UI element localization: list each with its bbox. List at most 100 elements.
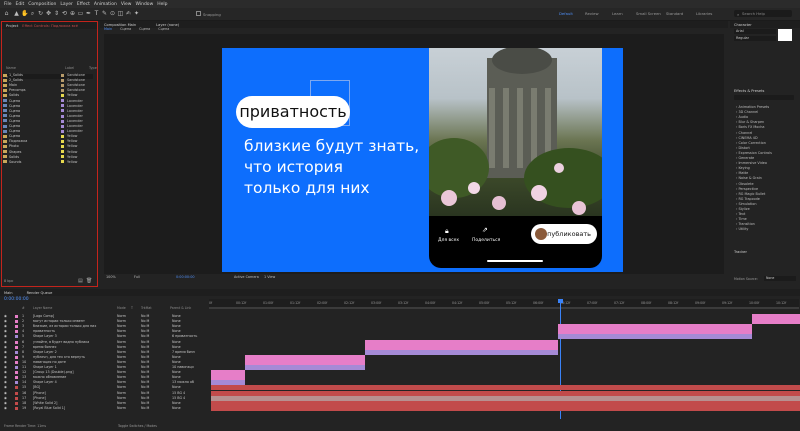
parent-dropdown[interactable]: None [172, 314, 206, 318]
effect-category[interactable]: › Boris FX Mocha [736, 125, 764, 129]
workspace-libraries[interactable]: Libraries [696, 11, 712, 16]
project-item[interactable]: Сцена Lavender [3, 119, 95, 124]
visibility-eye-icon[interactable]: ◉ [4, 355, 7, 359]
visibility-eye-icon[interactable]: ◉ [4, 345, 7, 349]
parent-dropdown[interactable]: 6 приватность [172, 334, 206, 338]
visibility-eye-icon[interactable]: ◉ [4, 385, 7, 389]
project-item[interactable]: Сцена Lavender [3, 99, 95, 104]
menu-item-effect[interactable]: Effect [77, 2, 90, 7]
effect-category[interactable]: › Generate [736, 156, 754, 160]
layer-duration-bar[interactable] [365, 349, 558, 355]
tab-render-queue[interactable]: Render Queue [27, 291, 53, 295]
blend-mode-dropdown[interactable]: Norm [117, 350, 126, 354]
visibility-eye-icon[interactable]: ◉ [4, 360, 7, 364]
menu-item-help[interactable]: Help [157, 2, 167, 7]
fill-color-swatch[interactable] [778, 29, 792, 41]
time-ruler[interactable]: 0f 00:12f 01:00f 01:12f 02:00f 02:12f 03:00f 03… [209, 299, 799, 307]
parent-dropdown[interactable]: 13 можно об [172, 380, 206, 384]
views-dropdown[interactable]: 1 View [264, 275, 275, 279]
effect-category[interactable]: › Keying [736, 166, 750, 170]
visibility-eye-icon[interactable]: ◉ [4, 319, 7, 323]
layer-label-color[interactable] [15, 396, 18, 400]
parent-dropdown[interactable]: 7 время бизн [172, 350, 206, 354]
blend-mode-dropdown[interactable]: Norm [117, 360, 126, 364]
layer-label-color[interactable] [15, 315, 18, 318]
project-item[interactable]: Подложка Yellow [3, 139, 95, 144]
parent-dropdown[interactable]: None [172, 370, 206, 374]
layer-name[interactable]: Shape Layer 4 [33, 380, 113, 384]
parent-dropdown[interactable]: None [172, 401, 206, 405]
effect-category[interactable]: › Simulation [736, 202, 757, 206]
column-name[interactable]: Name [6, 66, 16, 70]
tab-effects-presets[interactable]: Effects & Presets [734, 89, 764, 93]
layer-name[interactable]: Shape Layer 1 [33, 365, 113, 369]
effect-category[interactable]: › Stylize [736, 207, 750, 211]
label-swatch[interactable] [61, 99, 64, 103]
label-swatch[interactable] [61, 104, 64, 108]
label-swatch[interactable] [61, 89, 64, 93]
effect-category[interactable]: › CINEMA 4D [736, 136, 758, 140]
breadcrumb-scene-2[interactable]: Сцена [139, 27, 150, 32]
track-matte-dropdown[interactable]: No M [141, 324, 149, 328]
tab-effect-controls[interactable]: Effect Controls: Подложка всё [22, 24, 78, 28]
parent-dropdown[interactable]: 10 навигаци [172, 365, 206, 369]
font-style-dropdown[interactable]: Regular [734, 36, 776, 41]
label-swatch[interactable] [61, 109, 64, 113]
tab-composition[interactable]: Composition Main [104, 23, 136, 27]
playhead-handle[interactable] [558, 299, 563, 303]
menu-item-layer[interactable]: Layer [60, 2, 73, 7]
layer-label-color[interactable] [15, 401, 18, 405]
layer-name[interactable]: время бизнес [33, 345, 113, 349]
layer-duration-bar[interactable] [752, 319, 800, 325]
effect-category[interactable]: › Text [736, 212, 745, 216]
workspace-review[interactable]: Review [585, 11, 599, 16]
workspace-default[interactable]: Default [559, 11, 573, 16]
label-swatch[interactable] [61, 83, 64, 87]
visibility-eye-icon[interactable]: ◉ [4, 324, 7, 328]
track-matte-dropdown[interactable]: No M [141, 360, 149, 364]
blend-mode-dropdown[interactable]: Norm [117, 319, 126, 323]
brush-tool-icon[interactable]: ✎ [101, 10, 108, 17]
layer-name[interactable]: можно обновление [33, 375, 113, 379]
label-swatch[interactable] [61, 124, 64, 128]
eraser-tool-icon[interactable]: ◫ [117, 10, 124, 17]
layer-name[interactable]: [BG] [33, 385, 113, 389]
label-swatch[interactable] [61, 94, 64, 98]
effect-category[interactable]: › 3D Channel [736, 110, 758, 114]
label-swatch[interactable] [61, 119, 64, 123]
layer-label-color[interactable] [15, 320, 18, 324]
work-area-bar[interactable] [209, 307, 799, 309]
trash-icon[interactable]: 🗑 [86, 278, 92, 284]
blend-mode-dropdown[interactable]: Norm [117, 375, 126, 379]
effect-category[interactable]: › Obsolete [736, 182, 754, 186]
effect-category[interactable]: › Time [736, 217, 747, 221]
label-swatch[interactable] [61, 134, 64, 138]
track-matte-dropdown[interactable]: No M [141, 350, 149, 354]
parent-dropdown[interactable]: None [172, 385, 206, 389]
hand-tool-icon[interactable]: ✋ [21, 10, 28, 17]
layer-name[interactable]: близкие, из истории только для них [33, 324, 113, 328]
column-trkmat[interactable]: TrkMat [141, 306, 152, 310]
camera-dropdown[interactable]: Active Camera [234, 275, 259, 279]
project-item[interactable]: Сцена Lavender [3, 109, 95, 114]
project-item[interactable]: 2_Solids Sandstone [3, 78, 95, 83]
track-matte-dropdown[interactable]: No M [141, 365, 149, 369]
visibility-eye-icon[interactable]: ◉ [4, 406, 7, 410]
parent-dropdown[interactable]: None [172, 360, 206, 364]
effect-category[interactable]: › Perspective [736, 187, 758, 191]
blend-mode-dropdown[interactable]: Norm [117, 324, 126, 328]
layer-duration-bar[interactable] [211, 405, 800, 411]
track-matte-dropdown[interactable]: No M [141, 401, 149, 405]
label-swatch[interactable] [61, 155, 64, 159]
track-matte-dropdown[interactable]: No M [141, 329, 149, 333]
track-matte-dropdown[interactable]: No M [141, 370, 149, 374]
layer-label-color[interactable] [15, 381, 18, 385]
toggle-switches-modes[interactable]: Toggle Switches / Modes [118, 424, 157, 428]
parent-dropdown[interactable]: None [172, 329, 206, 333]
visibility-eye-icon[interactable]: ◉ [4, 401, 7, 405]
visibility-eye-icon[interactable]: ◉ [4, 350, 7, 354]
menu-item-file[interactable]: File [4, 2, 12, 7]
visibility-eye-icon[interactable]: ◉ [4, 340, 7, 344]
column-layer-name[interactable]: Layer Name [33, 306, 52, 310]
project-item[interactable]: Photo Yellow [3, 144, 95, 149]
